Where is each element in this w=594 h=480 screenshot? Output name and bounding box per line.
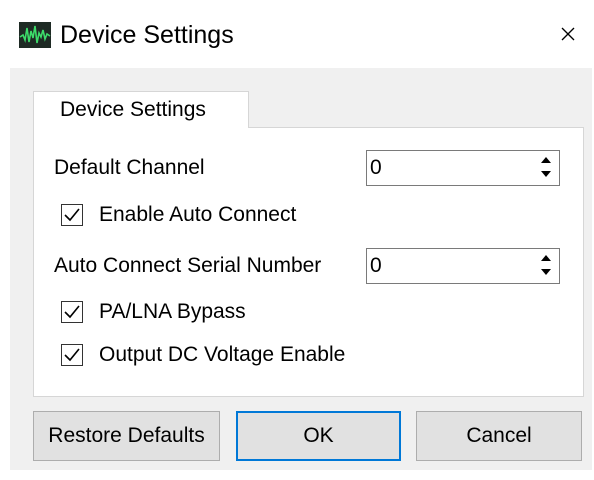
- auto-connect-serial-spin-arrows: [535, 251, 557, 281]
- default-channel-label: Default Channel: [54, 156, 205, 179]
- default-channel-decrement-button[interactable]: [535, 168, 557, 183]
- settings-panel: Default Channel 0 Enable Auto Connect Au…: [33, 127, 584, 397]
- checkmark-icon: [64, 208, 80, 222]
- enable-auto-connect-label: Enable Auto Connect: [99, 203, 297, 226]
- default-channel-spinbox: [366, 150, 560, 186]
- checkmark-icon: [64, 348, 80, 362]
- arrow-up-icon[interactable]: [541, 255, 551, 261]
- device-settings-window: Device Settings Device Settings Default …: [0, 0, 594, 480]
- checkmark-icon: [64, 305, 80, 319]
- output-dc-voltage-label: Output DC Voltage Enable: [99, 343, 346, 366]
- close-button[interactable]: [546, 16, 590, 52]
- arrow-down-icon[interactable]: [541, 269, 551, 275]
- ok-button[interactable]: OK: [236, 411, 401, 461]
- checkbox-box[interactable]: [61, 301, 83, 323]
- cancel-button[interactable]: Cancel: [416, 411, 582, 461]
- auto-connect-serial-spinbox: [366, 248, 560, 284]
- default-channel-input[interactable]: [370, 151, 530, 185]
- dialog-client-area: Device Settings Default Channel 0 Enable…: [10, 68, 592, 470]
- title-bar: Device Settings: [0, 0, 594, 68]
- window-title: Device Settings: [60, 21, 234, 49]
- auto-connect-serial-increment-button[interactable]: [535, 251, 557, 266]
- pa-lna-bypass-label: PA/LNA Bypass: [99, 300, 246, 323]
- close-icon[interactable]: [561, 27, 575, 41]
- restore-defaults-button[interactable]: Restore Defaults: [33, 411, 220, 461]
- auto-connect-serial-label: Auto Connect Serial Number: [54, 254, 322, 277]
- checkbox-box[interactable]: [61, 344, 83, 366]
- default-channel-spin-arrows: [535, 153, 557, 183]
- tab-label: Device Settings: [60, 98, 206, 121]
- checkbox-box[interactable]: [61, 204, 83, 226]
- waveform-app-icon: [19, 22, 51, 48]
- arrow-up-icon[interactable]: [541, 157, 551, 163]
- auto-connect-serial-decrement-button[interactable]: [535, 266, 557, 281]
- arrow-down-icon[interactable]: [541, 171, 551, 177]
- default-channel-increment-button[interactable]: [535, 153, 557, 168]
- auto-connect-serial-input[interactable]: [370, 249, 530, 283]
- tab-device-settings[interactable]: Device Settings: [33, 91, 249, 128]
